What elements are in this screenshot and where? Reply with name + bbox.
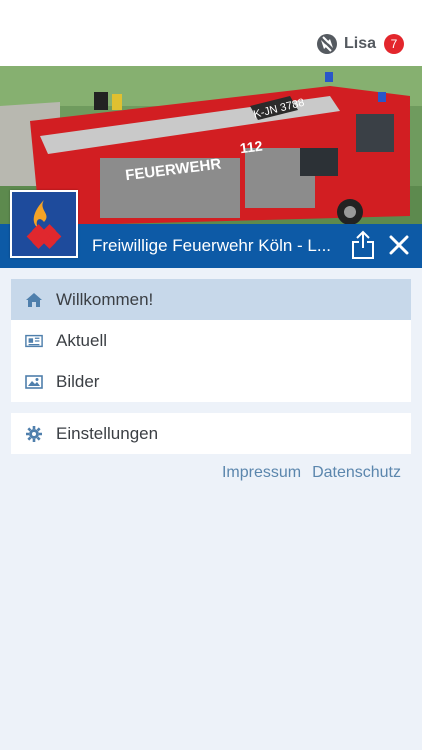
menu-item-label: Aktuell <box>56 330 108 350</box>
menu-item-aktuell[interactable]: Aktuell <box>11 320 411 361</box>
emergency-number: 112 <box>239 138 264 157</box>
user-name: Lisa <box>343 35 376 52</box>
menu-item-einstellungen[interactable]: Einstellungen <box>11 413 411 454</box>
footer-links: Impressum Datenschutz <box>222 464 401 482</box>
close-icon[interactable] <box>388 234 410 256</box>
newspaper-icon <box>25 332 43 350</box>
menu-item-bilder[interactable]: Bilder <box>11 361 411 402</box>
impressum-link[interactable]: Impressum <box>222 464 301 482</box>
menu-item-label: Willkommen! <box>56 289 154 309</box>
top-bar: Lisa 7 <box>0 0 422 66</box>
datenschutz-link[interactable]: Datenschutz <box>312 464 401 482</box>
image-icon <box>25 373 43 391</box>
notification-badge: 7 <box>384 34 404 54</box>
org-title: Freiwillige Feuerwehr Köln - L... <box>92 236 332 255</box>
share-icon[interactable] <box>350 230 376 260</box>
menu-item-willkommen[interactable]: Willkommen! <box>11 279 411 320</box>
user-account[interactable]: Lisa 7 <box>316 33 404 55</box>
settings-menu: Einstellungen <box>11 413 411 454</box>
home-icon <box>25 291 43 309</box>
menu-item-label: Einstellungen <box>56 423 159 443</box>
menu-item-label: Bilder <box>56 371 100 391</box>
gear-icon <box>25 425 43 443</box>
org-logo <box>10 190 78 258</box>
app-logo-icon <box>316 34 337 54</box>
main-menu: Willkommen! Aktuell Bilder <box>11 279 411 402</box>
